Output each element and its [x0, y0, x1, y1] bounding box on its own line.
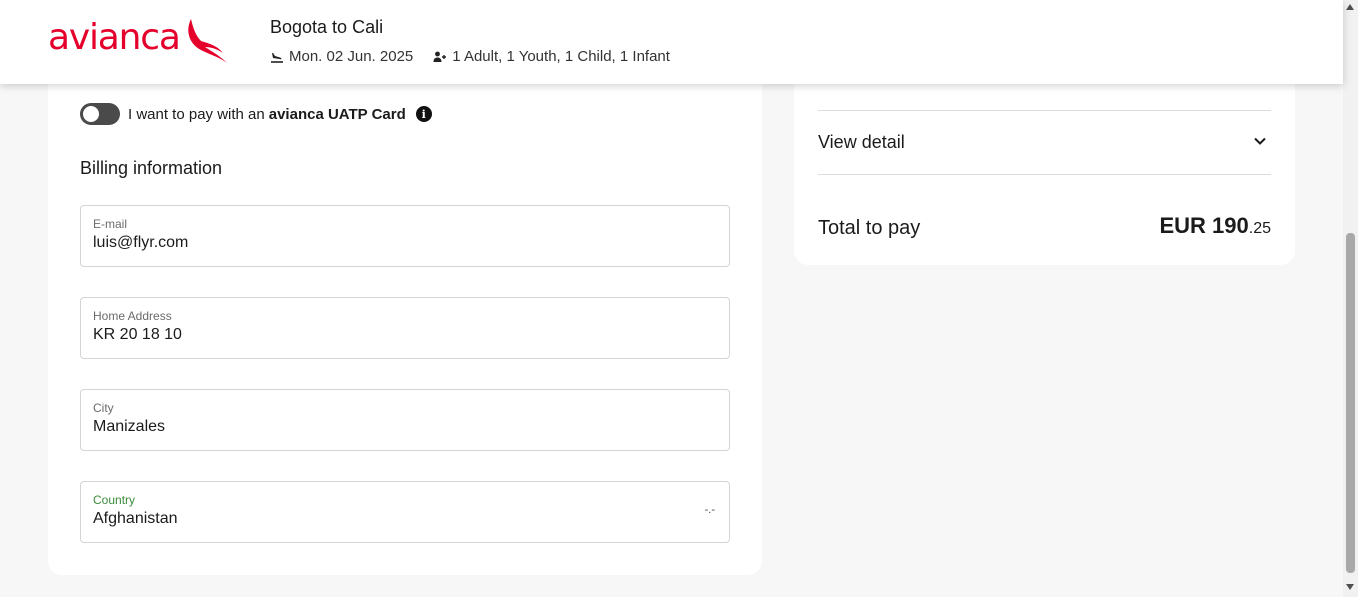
scroll-up-arrow-icon[interactable] [1346, 4, 1354, 10]
total-amount: EUR 190.25 [1159, 213, 1271, 239]
city-label: City [93, 401, 114, 415]
billing-title: Billing information [80, 158, 223, 178]
chevron-down-icon[interactable] [1253, 134, 1267, 148]
info-icon[interactable]: i [415, 106, 432, 122]
top-header: avianca Bogota to Cali Mon. 02 Jun. 2025… [0, 0, 1343, 84]
people-icon [433, 51, 447, 62]
city-field[interactable]: City Manizales [80, 389, 730, 451]
dropdown-caret-icon: -.- [704, 504, 715, 516]
avianca-logo[interactable]: avianca [48, 16, 229, 65]
email-value: luis@flyr.com [93, 234, 189, 251]
city-value: Manizales [93, 418, 166, 435]
home-address-field[interactable]: Home Address KR 20 18 10 [80, 297, 730, 359]
uatp-toggle[interactable] [80, 103, 120, 125]
home-address-value: KR 20 18 10 [93, 326, 182, 343]
trip-passengers-text: 1 Adult, 1 Youth, 1 Child, 1 Infant [452, 48, 670, 65]
divider [818, 110, 1271, 111]
trip-date-text: Mon. 02 Jun. 2025 [289, 48, 414, 65]
billing-card: I want to pay with an avianca UATP Card … [48, 60, 762, 575]
email-field[interactable]: E-mail luis@flyr.com [80, 205, 730, 267]
bird-logo-icon [188, 19, 227, 63]
uatp-label-bold: avianca UATP Card [268, 105, 406, 123]
home-address-label: Home Address [93, 309, 172, 323]
country-select[interactable]: Country Afghanistan -.- [80, 481, 730, 543]
trip-date: Mon. 02 Jun. 2025 [270, 48, 413, 65]
email-label: E-mail [93, 217, 128, 231]
scroll-down-arrow-icon[interactable] [1346, 584, 1354, 590]
logo-wordmark: avianca [48, 17, 181, 58]
toggle-knob [83, 106, 99, 122]
country-value: Afghanistan [93, 510, 178, 527]
view-detail-toggle[interactable]: View detail [818, 132, 905, 153]
trip-passengers: 1 Adult, 1 Youth, 1 Child, 1 Infant [433, 48, 670, 65]
page-scrollbar[interactable] [1343, 0, 1358, 597]
total-amount-cents: .25 [1248, 220, 1271, 237]
payment-summary-card: View detail Total to pay EUR 190.25 [794, 60, 1295, 265]
plane-landing-icon [271, 52, 283, 63]
divider [818, 174, 1271, 175]
scroll-thumb[interactable] [1346, 233, 1355, 573]
trip-meta: Mon. 02 Jun. 2025 1 Adult, 1 Youth, 1 Ch… [270, 48, 670, 65]
route-title: Bogota to Cali [270, 17, 384, 37]
country-label: Country [93, 493, 136, 507]
uatp-label-prefix: I want to pay with an [128, 105, 265, 123]
total-label: Total to pay [818, 217, 921, 239]
uatp-option: I want to pay with an avianca UATP Card … [80, 103, 432, 125]
total-amount-main: EUR 190 [1159, 213, 1249, 238]
